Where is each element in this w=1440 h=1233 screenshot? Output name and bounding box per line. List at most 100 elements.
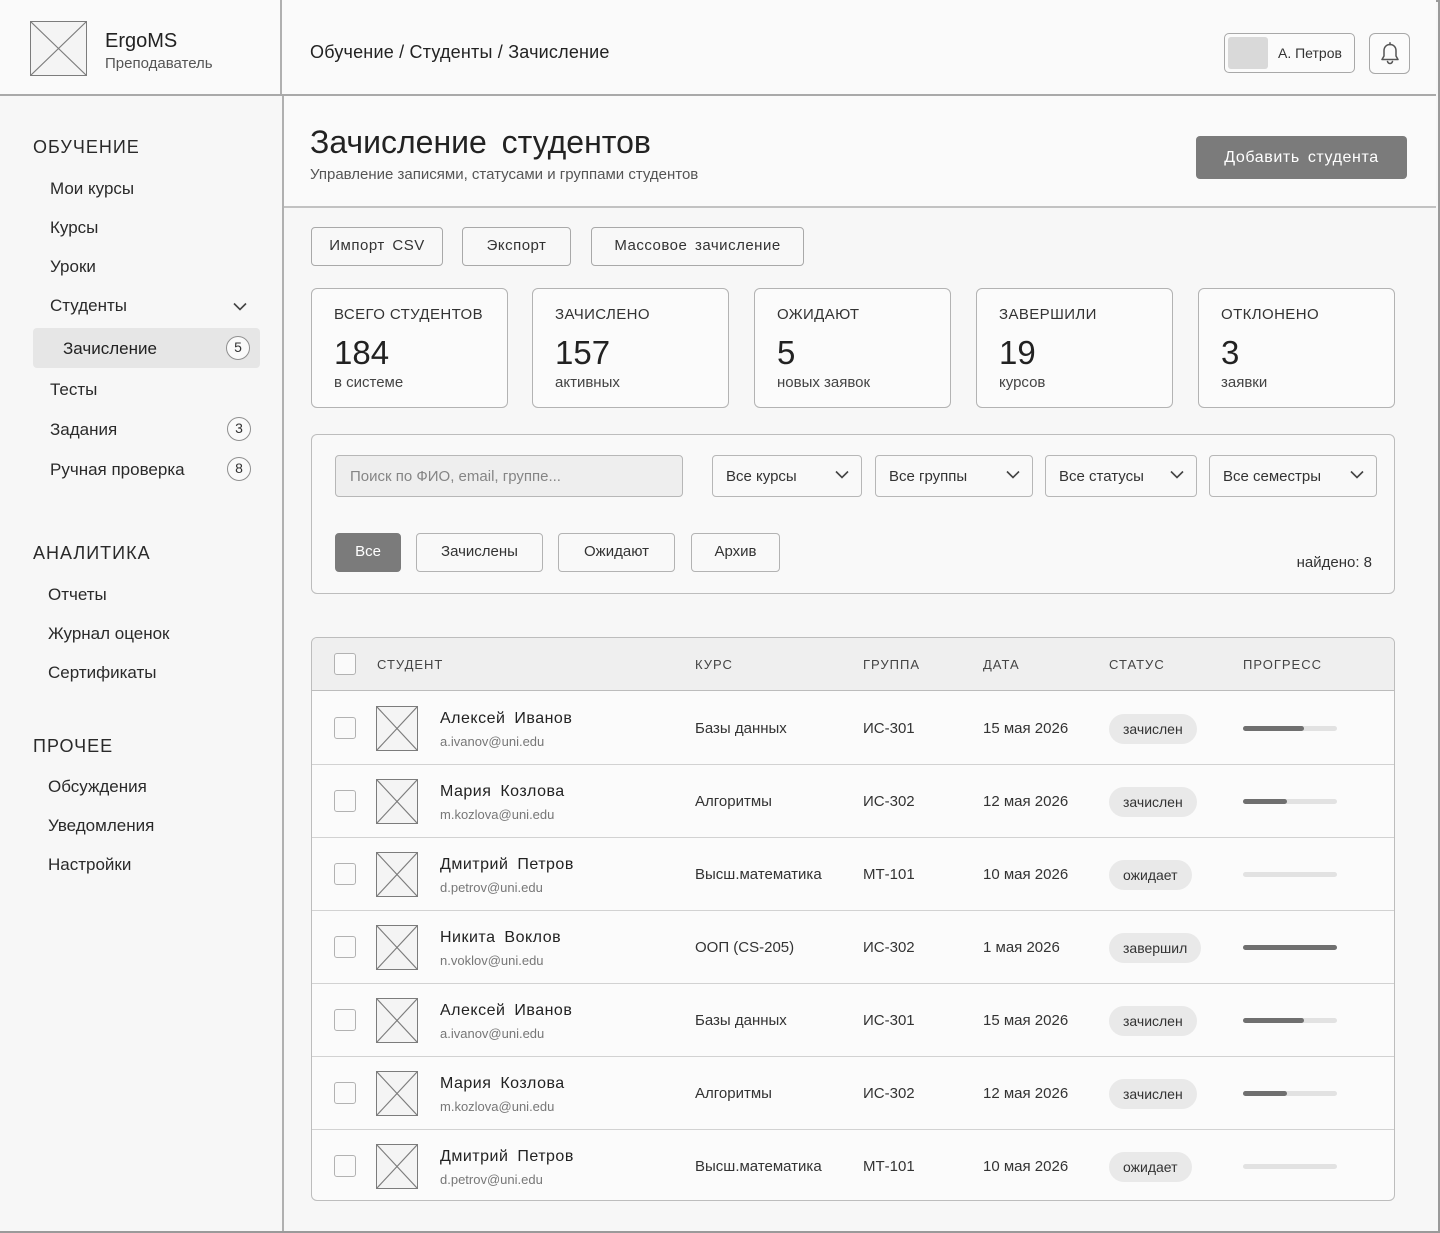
user-menu-button[interactable]: А. Петров	[1224, 33, 1355, 73]
progress-bar	[1243, 1164, 1337, 1169]
status-badge: зачислен	[1109, 1006, 1197, 1036]
add-student-button[interactable]: Добавить студента	[1196, 136, 1407, 179]
sidebar-item-lessons[interactable]: Уроки	[50, 257, 96, 277]
row-checkbox[interactable]	[334, 717, 356, 739]
student-name[interactable]: Алексей Иванов	[440, 710, 572, 728]
sidebar-item-tests[interactable]: Тесты	[50, 380, 97, 400]
sidebar-item-assignments[interactable]: Задания	[50, 420, 117, 440]
student-name[interactable]: Алексей Иванов	[440, 1002, 572, 1020]
column-header-course[interactable]: КУРС	[695, 657, 733, 672]
row-checkbox[interactable]	[334, 863, 356, 885]
course-cell: ООП (CS-205)	[695, 939, 795, 956]
column-header-group[interactable]: ГРУППА	[863, 657, 920, 672]
avatar	[1228, 37, 1268, 69]
column-header-date[interactable]: ДАТА	[983, 657, 1020, 672]
table-row[interactable]: Дмитрий Петров d.petrov@uni.edu Высш.мат…	[312, 838, 1394, 911]
group-select[interactable]: Все группы	[875, 455, 1033, 497]
avatar-placeholder-icon	[376, 852, 418, 897]
row-checkbox[interactable]	[334, 790, 356, 812]
search-input[interactable]	[335, 455, 683, 497]
stat-caption: курсов	[999, 374, 1046, 391]
tab-archive[interactable]: Архив	[691, 533, 780, 572]
table-row[interactable]: Алексей Иванов a.ivanov@uni.edu Базы дан…	[312, 692, 1394, 765]
brand[interactable]: ErgoMS Преподаватель	[0, 0, 282, 94]
table-row[interactable]: Мария Козлова m.kozlova@uni.edu Алгоритм…	[312, 765, 1394, 838]
date-cell: 12 мая 2026	[983, 1085, 1069, 1102]
tab-enrolled[interactable]: Зачислены	[416, 533, 543, 572]
column-header-progress[interactable]: ПРОГРЕСС	[1243, 657, 1322, 672]
chevron-down-icon	[835, 470, 849, 479]
student-name[interactable]: Мария Козлова	[440, 783, 565, 801]
date-cell: 10 мая 2026	[983, 866, 1069, 883]
chevron-down-icon[interactable]	[233, 302, 247, 311]
row-checkbox[interactable]	[334, 1155, 356, 1177]
sidebar-item-reports[interactable]: Отчеты	[48, 585, 107, 605]
table-row[interactable]: Никита Воклов n.voklov@uni.edu ООП (CS-2…	[312, 911, 1394, 984]
student-name[interactable]: Мария Козлова	[440, 1075, 565, 1093]
page-header: Зачисление студентов Управление записями…	[284, 96, 1436, 208]
sidebar-item-courses[interactable]: Курсы	[50, 218, 98, 238]
page-title: Зачисление студентов	[310, 124, 651, 160]
date-cell: 10 мая 2026	[983, 1158, 1069, 1175]
table-row[interactable]: Алексей Иванов a.ivanov@uni.edu Базы дан…	[312, 984, 1394, 1057]
stat-value: 5	[777, 334, 796, 371]
student-email: a.ivanov@uni.edu	[440, 734, 545, 749]
date-cell: 1 мая 2026	[983, 939, 1060, 956]
sidebar-item-students[interactable]: Студенты	[50, 296, 127, 316]
status-select[interactable]: Все статусы	[1045, 455, 1197, 497]
stat-value: 3	[1221, 334, 1240, 371]
status-badge: ожидает	[1109, 1152, 1192, 1182]
column-header-student[interactable]: СТУДЕНТ	[377, 657, 443, 672]
bulk-enroll-button[interactable]: Массовое зачисление	[591, 227, 804, 266]
student-email: n.voklov@uni.edu	[440, 953, 544, 968]
stat-value: 157	[555, 334, 611, 371]
notifications-button[interactable]	[1369, 33, 1410, 74]
group-cell: ИС-302	[863, 1085, 915, 1102]
progress-bar	[1243, 945, 1337, 950]
sidebar-item-discussions[interactable]: Обсуждения	[48, 777, 147, 797]
stat-label: ЗАЧИСЛЕНО	[555, 306, 650, 323]
student-name[interactable]: Никита Воклов	[440, 929, 561, 947]
students-table: СТУДЕНТ КУРС ГРУППА ДАТА СТАТУС ПРОГРЕСС…	[311, 637, 1395, 1201]
group-cell: ИС-302	[863, 939, 915, 956]
course-cell: Алгоритмы	[695, 1085, 772, 1102]
row-checkbox[interactable]	[334, 936, 356, 958]
stat-label: ЗАВЕРШИЛИ	[999, 306, 1097, 323]
student-email: a.ivanov@uni.edu	[440, 1026, 545, 1041]
column-header-status[interactable]: СТАТУС	[1109, 657, 1165, 672]
tab-all[interactable]: Все	[335, 533, 401, 572]
table-row[interactable]: Дмитрий Петров d.petrov@uni.edu Высш.мат…	[312, 1130, 1394, 1200]
import-csv-button[interactable]: Импорт CSV	[311, 227, 443, 266]
date-cell: 15 мая 2026	[983, 720, 1069, 737]
sidebar-item-enrollment[interactable]: Зачисление 5	[33, 328, 260, 368]
row-checkbox[interactable]	[334, 1082, 356, 1104]
row-checkbox[interactable]	[334, 1009, 356, 1031]
sidebar-item-my-courses[interactable]: Мои курсы	[50, 179, 134, 199]
course-cell: Базы данных	[695, 1012, 787, 1029]
course-select[interactable]: Все курсы	[712, 455, 862, 497]
sidebar-item-settings[interactable]: Настройки	[48, 855, 131, 875]
sidebar-item-gradebook[interactable]: Журнал оценок	[48, 624, 170, 644]
sidebar-item-certificates[interactable]: Сертификаты	[48, 663, 156, 683]
select-all-checkbox[interactable]	[334, 653, 356, 675]
bell-icon	[1380, 41, 1399, 64]
stat-caption: заявки	[1221, 374, 1268, 391]
avatar-placeholder-icon	[376, 998, 418, 1043]
course-cell: Высш.математика	[695, 1158, 822, 1175]
logo-placeholder-icon	[30, 21, 87, 76]
sidebar-item-manual-review[interactable]: Ручная проверка	[50, 460, 185, 480]
table-row[interactable]: Мария Козлова m.kozlova@uni.edu Алгоритм…	[312, 1057, 1394, 1130]
semester-select[interactable]: Все семестры	[1209, 455, 1377, 497]
progress-fill	[1243, 799, 1288, 804]
stat-caption: активных	[555, 374, 620, 391]
user-name: А. Петров	[1278, 45, 1342, 61]
course-cell: Алгоритмы	[695, 793, 772, 810]
export-button[interactable]: Экспорт	[462, 227, 571, 266]
stat-label: ОЖИДАЮТ	[777, 306, 860, 323]
student-name[interactable]: Дмитрий Петров	[440, 856, 574, 874]
sidebar-item-notifications[interactable]: Уведомления	[48, 816, 154, 836]
user-role: Преподаватель	[105, 55, 213, 72]
student-name[interactable]: Дмитрий Петров	[440, 1148, 574, 1166]
breadcrumb[interactable]: Обучение / Студенты / Зачисление	[310, 42, 610, 63]
tab-pending[interactable]: Ожидают	[558, 533, 675, 572]
